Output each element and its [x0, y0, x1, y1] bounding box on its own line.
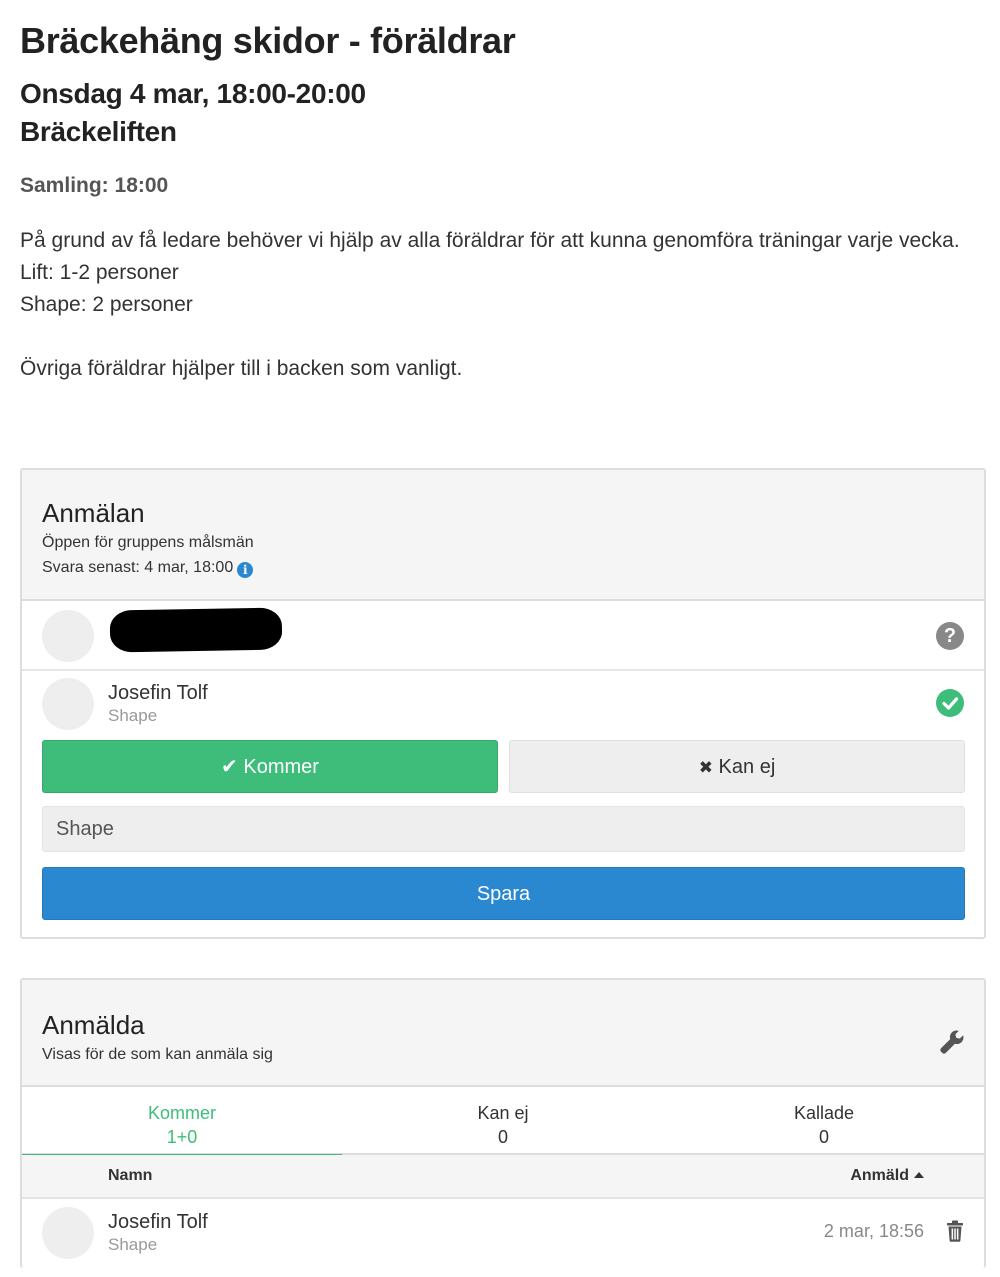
event-description: På grund av få ledare behöver vi hjälp a… [20, 225, 980, 385]
check-icon: ✔ [221, 756, 238, 778]
tab-count: 0 [497, 1127, 508, 1147]
event-date: Onsdag 4 mar, 18:00-20:00 [20, 78, 366, 109]
table-row: Josefin Tolf Shape 2 mar, 18:56 [22, 1199, 984, 1269]
comment-input[interactable] [42, 806, 965, 852]
signup-row-redacted[interactable]: ? [22, 601, 984, 671]
registered-date: 2 mar, 18:56 [823, 1221, 924, 1241]
tab-coming[interactable]: Kommer 1+0 [22, 1087, 342, 1157]
coming-button-label: Kommer [243, 756, 319, 778]
signup-row-selected[interactable]: Josefin Tolf Shape [22, 671, 984, 741]
tab-label: Kan ej [477, 1103, 529, 1123]
info-icon[interactable]: i [237, 562, 254, 578]
registered-panel-header: Anmälda Visas för de som kan anmäla sig [22, 980, 984, 1087]
event-location: Bräckeliften [20, 116, 177, 147]
check-circle-icon [936, 689, 964, 717]
redacted-name [109, 607, 283, 653]
avatar [42, 1207, 94, 1259]
trash-icon[interactable] [946, 1220, 964, 1242]
description-line: Shape: 2 personer [20, 293, 193, 316]
registered-title: Anmälda [42, 1010, 145, 1040]
save-button[interactable]: Spara [42, 867, 965, 920]
avatar [42, 678, 94, 730]
person-role: Shape [108, 1235, 158, 1254]
signup-title: Anmälan [42, 498, 145, 528]
registered-tabs: Kommer 1+0 Kan ej 0 Kallade 0 [22, 1087, 984, 1157]
person-name: Josefin Tolf [108, 682, 208, 704]
cant-button-label: Kan ej [718, 756, 776, 778]
cant-button[interactable]: ✖ Kan ej [509, 740, 965, 793]
tab-count: 0 [818, 1127, 829, 1147]
signup-subtitle: Öppen för gruppens målsmän [42, 534, 254, 551]
wrench-icon[interactable] [938, 1028, 966, 1056]
coming-button[interactable]: ✔ Kommer [42, 740, 498, 793]
person-role: Shape [108, 706, 158, 725]
description-line: Lift: 1-2 personer [20, 261, 179, 284]
tab-called[interactable]: Kallade 0 [664, 1087, 984, 1155]
x-icon: ✖ [698, 758, 713, 777]
deadline-text: Svara senast: 4 mar, 18:00 [42, 559, 234, 576]
description-line [20, 321, 980, 353]
signup-panel-header: Anmälan Öppen för gruppens målsmän Svara… [22, 470, 984, 601]
column-header-label: Anmäld [850, 1167, 909, 1184]
signup-panel: Anmälan Öppen för gruppens målsmän Svara… [20, 468, 986, 939]
avatar [42, 610, 94, 662]
person-name: Josefin Tolf [108, 1211, 208, 1233]
description-line: Övriga föräldrar hjälper till i backen s… [20, 357, 463, 380]
column-header-registered[interactable]: Anmäld [850, 1167, 924, 1185]
gathering-time: Samling: 18:00 [20, 174, 169, 197]
registered-subtitle: Visas för de som kan anmäla sig [42, 1046, 273, 1063]
page-title: Bräckehäng skidor - föräldrar [20, 20, 516, 61]
table-header: Namn Anmäld [22, 1155, 984, 1199]
tab-label: Kallade [793, 1103, 855, 1123]
registered-panel: Anmälda Visas för de som kan anmäla sig … [20, 978, 986, 1268]
tab-label: Kommer [147, 1103, 216, 1123]
tab-cant[interactable]: Kan ej 0 [343, 1087, 663, 1155]
tab-count: 1+0 [166, 1127, 198, 1147]
signup-deadline: Svara senast: 4 mar, 18:00 i [42, 559, 254, 578]
description-line: På grund av få ledare behöver vi hjälp a… [20, 229, 960, 252]
column-header-name[interactable]: Namn [108, 1167, 152, 1185]
sort-caret-up-icon [914, 1172, 924, 1178]
question-circle-icon: ? [936, 622, 964, 650]
